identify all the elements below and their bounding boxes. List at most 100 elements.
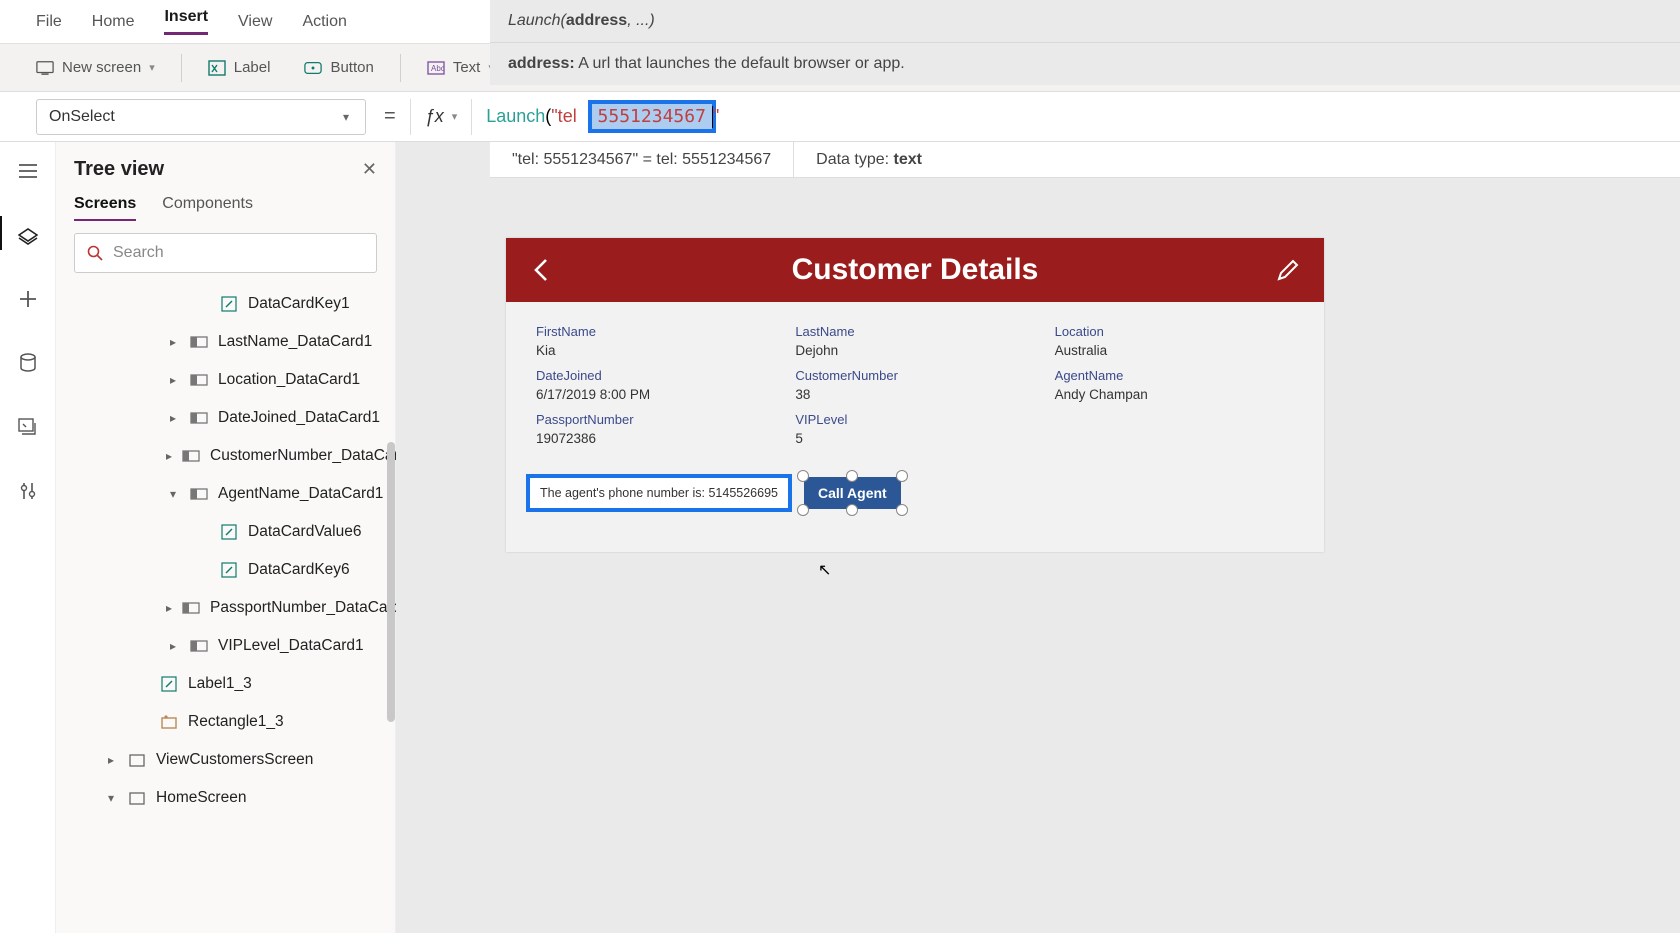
agent-phone-label[interactable]: The agent's phone number is: 5145526695 bbox=[526, 474, 792, 512]
resize-handle[interactable] bbox=[797, 470, 809, 482]
screen-icon bbox=[128, 753, 146, 767]
card-value: Andy Champan bbox=[1055, 387, 1294, 402]
edit-icon bbox=[220, 563, 238, 577]
fx-dropdown[interactable]: ƒx ▾ bbox=[411, 106, 472, 127]
close-icon[interactable]: ✕ bbox=[362, 159, 377, 180]
canvas-area[interactable]: Customer Details FirstNameKiaLastNameDej… bbox=[396, 142, 1680, 933]
back-icon[interactable] bbox=[528, 256, 556, 284]
menu-file[interactable]: File bbox=[36, 13, 62, 31]
label-button[interactable]: Label bbox=[200, 55, 279, 81]
formula-highlight: 5551234567 bbox=[588, 100, 716, 133]
text-icon: Abc bbox=[427, 59, 445, 77]
scrollbar-thumb[interactable] bbox=[387, 442, 395, 722]
data-card: LastName Dejohn bbox=[795, 324, 1034, 358]
data-cards-grid: FirstNameKiaLastNameDejohnLocationAustra… bbox=[506, 302, 1324, 456]
card-value: Australia bbox=[1055, 343, 1294, 358]
sig-fn: Launch( bbox=[508, 12, 566, 29]
tree-view-pane: Tree view ✕ Screens Components Search Da… bbox=[56, 142, 396, 933]
tab-screens[interactable]: Screens bbox=[74, 195, 136, 221]
chevron-icon: ▸ bbox=[104, 753, 118, 767]
card-icon bbox=[182, 449, 200, 463]
tree-item[interactable]: ▸LastName_DataCard1 bbox=[56, 323, 395, 361]
menu-action[interactable]: Action bbox=[302, 13, 346, 31]
label-btn-label: Label bbox=[234, 59, 271, 76]
tree-item[interactable]: ▸Location_DataCard1 bbox=[56, 361, 395, 399]
call-agent-label: Call Agent bbox=[818, 485, 887, 501]
tree-item[interactable]: ▾ HomeScreen bbox=[56, 779, 395, 817]
card-label: DateJoined bbox=[536, 368, 775, 383]
agent-row: The agent's phone number is: 5145526695 … bbox=[506, 456, 1324, 552]
button-icon bbox=[304, 59, 322, 77]
app-preview: Customer Details FirstNameKiaLastNameDej… bbox=[506, 238, 1324, 552]
formula-result-strip: "tel: 5551234567" = tel: 5551234567 Data… bbox=[490, 142, 1680, 178]
tree-item[interactable]: ▸ViewCustomersScreen bbox=[56, 741, 395, 779]
card-icon bbox=[190, 639, 208, 653]
button-button[interactable]: Button bbox=[296, 55, 381, 81]
tree-item-label: Rectangle1_3 bbox=[188, 713, 284, 731]
call-agent-button[interactable]: Call Agent bbox=[804, 477, 901, 509]
data-card: VIPLevel5 bbox=[795, 412, 1034, 446]
resize-handle[interactable] bbox=[896, 504, 908, 516]
menu-home[interactable]: Home bbox=[92, 13, 135, 31]
resize-handle[interactable] bbox=[846, 470, 858, 482]
formula-fn: Launch bbox=[486, 106, 545, 127]
edit-icon[interactable] bbox=[1274, 256, 1302, 284]
intellisense-signature: Launch(address, ...) bbox=[490, 0, 1680, 43]
data-icon[interactable] bbox=[17, 352, 39, 374]
tree-item-label: HomeScreen bbox=[156, 789, 246, 807]
result-type-label: Data type: bbox=[816, 151, 893, 168]
card-icon bbox=[190, 487, 208, 501]
card-label: FirstName bbox=[536, 324, 775, 339]
edit-icon bbox=[220, 297, 238, 311]
tree-item[interactable]: ▾AgentName_DataCard1 bbox=[56, 475, 395, 513]
cursor-icon: ↖ bbox=[818, 560, 831, 580]
card-icon bbox=[190, 373, 208, 387]
tree-item[interactable]: Label1_3 bbox=[56, 665, 395, 703]
new-screen-label: New screen bbox=[62, 59, 141, 76]
resize-handle[interactable] bbox=[797, 504, 809, 516]
card-value: 19072386 bbox=[536, 431, 775, 446]
desc-rest: A url that launches the default browser … bbox=[575, 55, 905, 72]
search-placeholder: Search bbox=[113, 244, 164, 262]
tab-components[interactable]: Components bbox=[162, 195, 253, 221]
add-icon[interactable] bbox=[17, 288, 39, 310]
card-label: LastName bbox=[795, 324, 1034, 339]
data-card: AgentName Andy Champan bbox=[1055, 368, 1294, 402]
property-dropdown[interactable]: OnSelect ▾ bbox=[36, 99, 366, 135]
chevron-icon: ▾ bbox=[104, 791, 118, 805]
tree-item[interactable]: DataCardValue6 bbox=[56, 513, 395, 551]
chevron-down-icon: ▾ bbox=[339, 110, 353, 124]
intellisense-popup: Launch(address, ...) address: A url that… bbox=[490, 0, 1680, 85]
tree-view-icon[interactable] bbox=[17, 224, 39, 246]
tree-item[interactable]: DataCardKey1 bbox=[56, 285, 395, 323]
tree-item-label: Label1_3 bbox=[188, 675, 252, 693]
menu-view[interactable]: View bbox=[238, 13, 272, 31]
tree-item-label: DataCardValue6 bbox=[248, 523, 361, 541]
screen-icon bbox=[36, 59, 54, 77]
chevron-down-icon: ▾ bbox=[149, 61, 155, 74]
card-label: VIPLevel bbox=[795, 412, 1034, 427]
formula-input[interactable]: Launch("tel 5551234567" bbox=[472, 100, 1680, 133]
hamburger-icon[interactable] bbox=[17, 160, 39, 182]
new-screen-button[interactable]: New screen ▾ bbox=[28, 55, 163, 81]
tree-item[interactable]: ▸CustomerNumber_DataCard1 bbox=[56, 437, 395, 475]
media-icon[interactable] bbox=[17, 416, 39, 438]
tree-item[interactable]: Rectangle1_3 bbox=[56, 703, 395, 741]
tree-item[interactable]: DataCardKey6 bbox=[56, 551, 395, 589]
card-label: AgentName bbox=[1055, 368, 1294, 383]
chevron-icon: ▸ bbox=[166, 373, 180, 387]
tree-item-label: DataCardKey1 bbox=[248, 295, 350, 313]
tree-item[interactable]: ▸DateJoined_DataCard1 bbox=[56, 399, 395, 437]
button-btn-label: Button bbox=[330, 59, 373, 76]
card-value: Dejohn bbox=[795, 343, 1034, 358]
menu-insert[interactable]: Insert bbox=[164, 8, 208, 35]
resize-handle[interactable] bbox=[846, 504, 858, 516]
settings-icon[interactable] bbox=[17, 480, 39, 502]
chevron-icon: ▸ bbox=[166, 601, 172, 615]
resize-handle[interactable] bbox=[896, 470, 908, 482]
tree-item-label: PassportNumber_DataCard1 bbox=[210, 599, 410, 617]
tree-item[interactable]: ▸PassportNumber_DataCard1 bbox=[56, 589, 395, 627]
tree-item[interactable]: ▸VIPLevel_DataCard1 bbox=[56, 627, 395, 665]
card-value: Kia bbox=[536, 343, 775, 358]
tree-search-input[interactable]: Search bbox=[74, 233, 377, 273]
